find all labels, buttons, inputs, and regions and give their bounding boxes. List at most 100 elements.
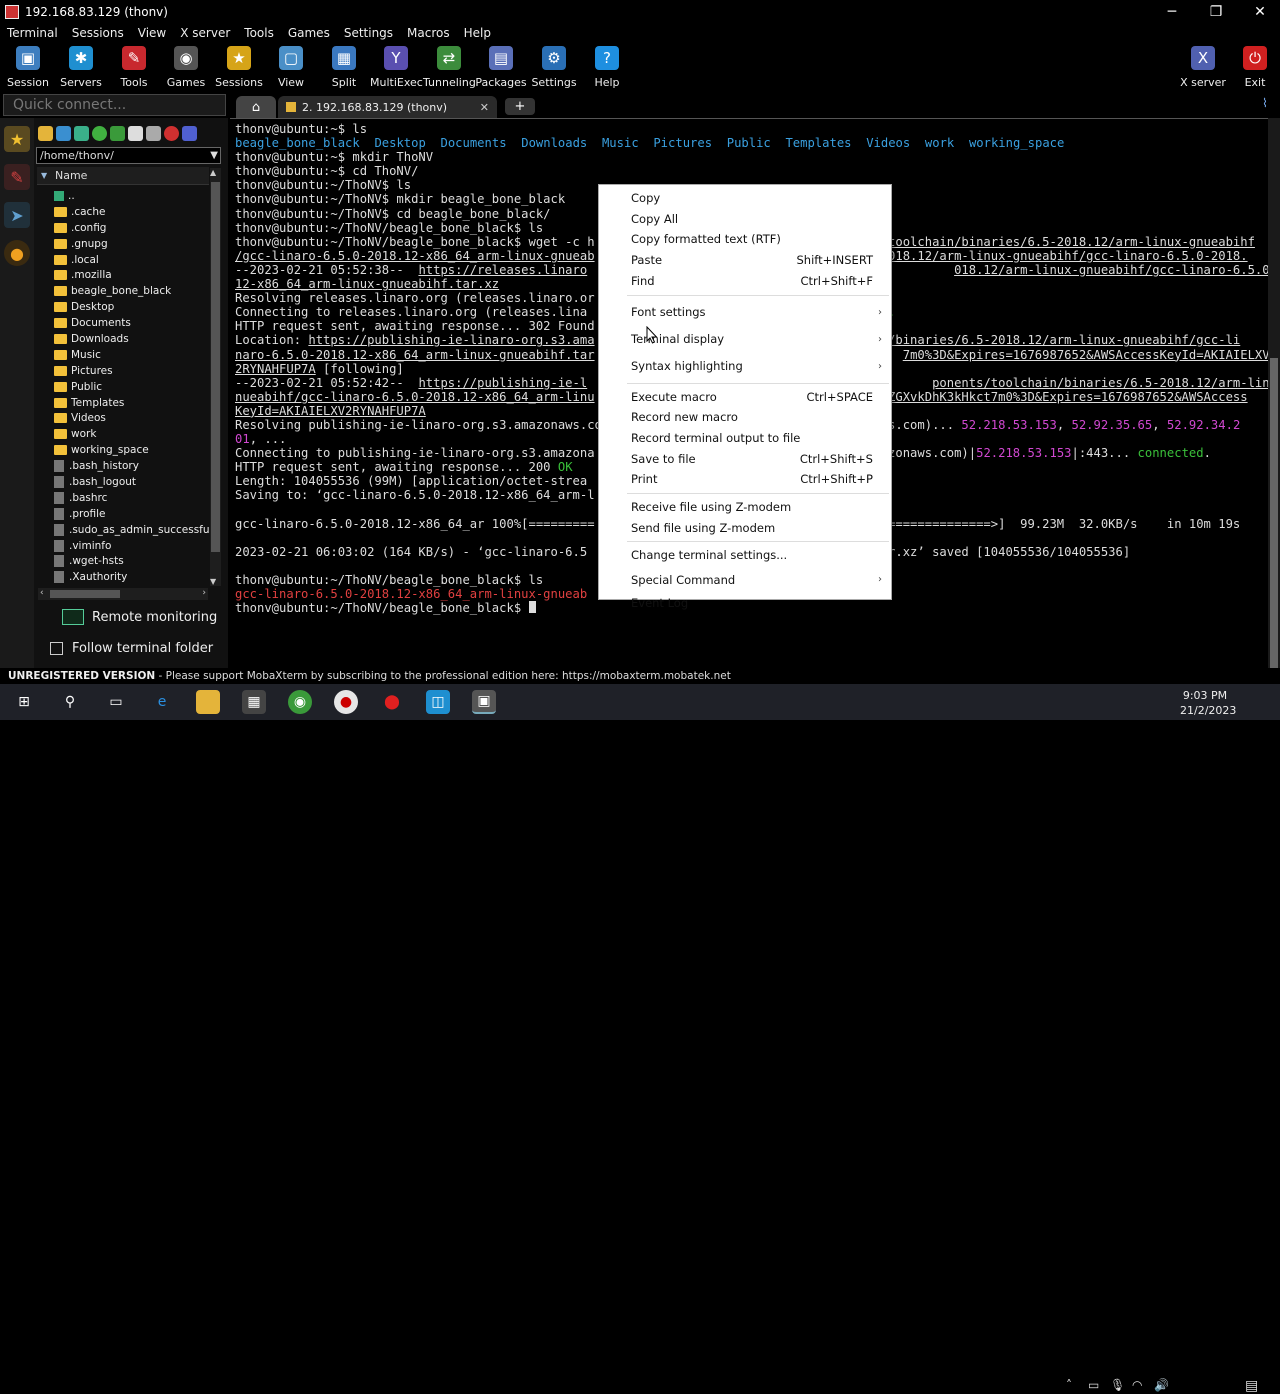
menu-item-copy-all[interactable]: Copy All <box>599 209 891 229</box>
settings-button[interactable]: ⚙ Settings <box>528 44 580 89</box>
windows-start-icon[interactable]: ⊞ <box>12 690 36 714</box>
file-list-item[interactable]: Pictures <box>54 363 210 379</box>
store-icon[interactable]: ▦ <box>242 690 266 714</box>
microphone-icon[interactable]: 🎙 <box>1110 1378 1125 1392</box>
file-list-item[interactable]: .bash_history <box>54 458 210 474</box>
record-icon[interactable]: ⬤ <box>380 690 404 714</box>
vscode-icon[interactable]: ◫ <box>426 690 450 714</box>
packages-button[interactable]: ▤ Packages <box>475 44 527 89</box>
remote-monitoring-button[interactable]: Remote monitoring <box>62 607 222 627</box>
file-explorer-icon[interactable] <box>196 690 220 714</box>
column-header-name[interactable]: Name <box>37 167 209 185</box>
checkbox[interactable] <box>50 641 63 655</box>
file-list-item[interactable]: work <box>54 426 210 442</box>
mobaxterm-taskbar-icon[interactable]: ▣ <box>472 690 496 714</box>
file-list-item[interactable]: .config <box>54 220 210 236</box>
upload-icon[interactable] <box>74 125 89 141</box>
file-list-item[interactable]: Public <box>54 379 210 395</box>
file-list-item[interactable]: .gnupg <box>54 236 210 252</box>
path-field[interactable]: /home/thonv/ ▼ <box>36 147 221 164</box>
follow-terminal-folder-checkbox[interactable]: Follow terminal folder <box>50 638 225 658</box>
tools-icon[interactable]: ✎ <box>4 164 30 190</box>
menu-item-copy-formatted-text-rtf[interactable]: Copy formatted text (RTF) <box>599 229 891 249</box>
menu-item-send-file-using-z-modem[interactable]: Send file using Z-modem <box>599 518 891 538</box>
tunneling-button[interactable]: ⇄ Tunneling <box>423 44 476 89</box>
minimize-button[interactable]: ─ <box>1150 0 1194 24</box>
servers-button[interactable]: ✱ Servers <box>55 44 107 89</box>
menu-games[interactable]: Games <box>281 24 337 42</box>
clock[interactable]: 9:03 PM 21/2/2023 <box>1180 688 1236 718</box>
file-list-item[interactable]: Templates <box>54 395 210 411</box>
menu-item-special-command[interactable]: Special Command › <box>599 566 891 593</box>
close-tab-icon[interactable]: ✕ <box>480 101 489 114</box>
app-icon-badge[interactable]: ● <box>334 690 358 714</box>
file-list-item[interactable]: .cache <box>54 204 210 220</box>
menu-help[interactable]: Help <box>457 24 498 42</box>
x-server-button[interactable]: X X server <box>1177 44 1229 89</box>
file-list-item[interactable]: .viminfo <box>54 538 210 554</box>
scroll-up-icon[interactable]: ▲ <box>210 168 216 177</box>
file-list-item[interactable]: Videos <box>54 410 210 426</box>
file-list-item[interactable]: beagle_bone_black <box>54 283 210 299</box>
menu-item-print[interactable]: Print Ctrl+Shift+P <box>599 469 891 489</box>
menu-item-syntax-highlighting[interactable]: Syntax highlighting › <box>599 353 891 380</box>
wifi-icon[interactable]: ◠ <box>1132 1378 1142 1392</box>
terminal-scrollbar[interactable] <box>1268 118 1280 668</box>
menu-item-event-log[interactable]: Event Log <box>599 593 891 613</box>
menu-item-find[interactable]: Find Ctrl+Shift+F <box>599 271 891 291</box>
file-list-item[interactable]: .profile <box>54 506 210 522</box>
menu-item-save-to-file[interactable]: Save to file Ctrl+Shift+S <box>599 449 891 469</box>
games-button[interactable]: ◉ Games <box>160 44 212 89</box>
volume-icon[interactable]: 🔊 <box>1154 1378 1169 1392</box>
file-list-item[interactable]: .sudo_as_admin_successful <box>54 522 210 538</box>
menu-item-font-settings[interactable]: Font settings › <box>599 299 891 326</box>
download-icon[interactable] <box>56 125 71 141</box>
chevron-up-icon[interactable]: ˄ <box>1066 1378 1072 1392</box>
file-list-item[interactable]: Desktop <box>54 299 210 315</box>
star-icon[interactable]: ★ <box>4 126 30 152</box>
quick-connect-input[interactable]: Quick connect... <box>3 94 226 116</box>
sidebar-scrollbar[interactable]: ▲ ▼ <box>210 168 221 586</box>
rename-icon[interactable] <box>182 125 197 141</box>
new-file-icon[interactable] <box>128 125 143 141</box>
split-button[interactable]: ▦ Split <box>318 44 370 89</box>
tab-session[interactable]: 2. 192.168.83.129 (thonv) ✕ <box>278 96 497 118</box>
delete-icon[interactable] <box>164 125 179 141</box>
menu-item-execute-macro[interactable]: Execute macro Ctrl+SPACE <box>599 387 891 407</box>
tools-button[interactable]: ✎ Tools <box>108 44 160 89</box>
subscribe-link[interactable]: https://mobaxterm.mobatek.net <box>562 670 731 682</box>
home-tab[interactable]: ⌂ <box>236 96 276 118</box>
new-folder-icon[interactable] <box>146 125 161 141</box>
scroll-right-icon[interactable]: › <box>202 588 206 598</box>
sftp-icon[interactable]: ● <box>4 240 30 266</box>
exit-button[interactable]: ⏻ Exit <box>1229 44 1280 89</box>
multiexec-button[interactable]: Y MultiExec <box>370 44 423 89</box>
hscroll-thumb[interactable] <box>50 590 120 598</box>
file-list-item[interactable]: Documents <box>54 315 210 331</box>
chevron-down-icon[interactable]: ▼ <box>210 148 218 163</box>
help-button[interactable]: ? Help <box>581 44 633 89</box>
search-icon[interactable]: ⚲ <box>58 690 82 714</box>
view-button[interactable]: ▢ View <box>265 44 317 89</box>
file-list-item[interactable]: .bash_logout <box>54 474 210 490</box>
menu-settings[interactable]: Settings <box>337 24 400 42</box>
sidebar-hscrollbar[interactable]: ‹ › <box>38 588 208 600</box>
scroll-down-icon[interactable]: ▼ <box>210 577 216 586</box>
close-button[interactable]: ✕ <box>1238 0 1280 24</box>
menu-terminal[interactable]: Terminal <box>0 24 65 42</box>
send-icon[interactable]: ➤ <box>4 202 30 228</box>
file-list-item[interactable]: .mozilla <box>54 267 210 283</box>
file-list-item[interactable]: Music <box>54 347 210 363</box>
file-list-item[interactable]: .local <box>54 252 210 268</box>
maximize-button[interactable]: ❐ <box>1194 0 1238 24</box>
file-list-item[interactable]: .Xauthority <box>54 569 210 585</box>
menu-item-copy[interactable]: Copy <box>599 188 891 208</box>
chrome-icon[interactable]: ◉ <box>288 690 312 714</box>
file-list-item[interactable]: .wget-hsts <box>54 553 210 569</box>
menu-item-record-new-macro[interactable]: Record new macro <box>599 407 891 427</box>
scroll-left-icon[interactable]: ‹ <box>40 588 44 598</box>
menu-macros[interactable]: Macros <box>400 24 457 42</box>
folder-icon[interactable] <box>38 125 53 141</box>
menu-item-receive-file-using-z-modem[interactable]: Receive file using Z-modem <box>599 497 891 517</box>
session-button[interactable]: ▣ Session <box>2 44 54 89</box>
